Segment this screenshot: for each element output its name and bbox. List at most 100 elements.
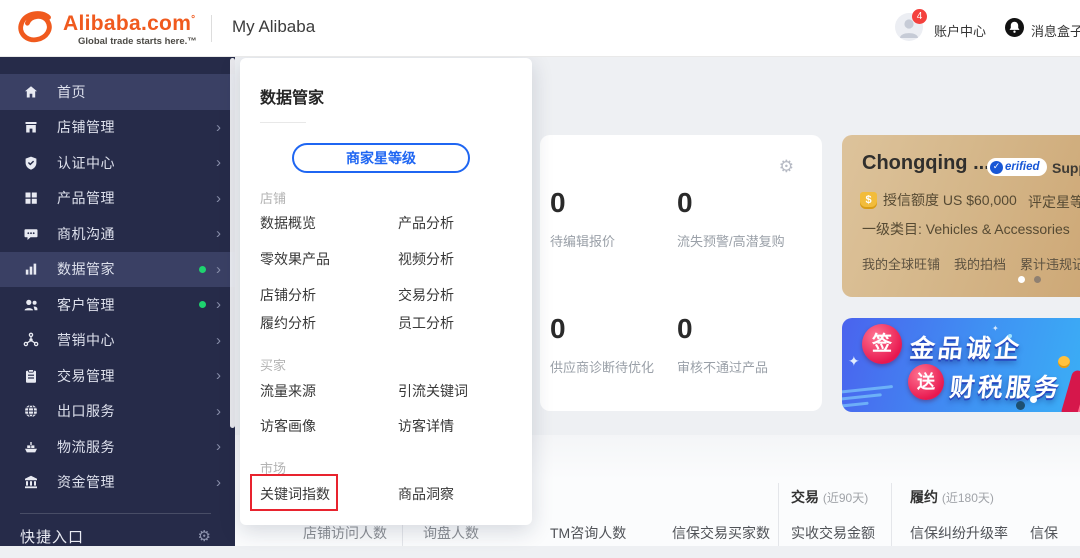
violation-record-link[interactable]: 累计违规记录 — [1020, 254, 1080, 273]
coin-icon — [1058, 356, 1070, 368]
stat-value: 0 — [550, 313, 677, 345]
supplier-profile-card: Chongqing ... ✓ erified Suppl $ 授信额度 US … — [842, 135, 1080, 297]
metric-received-amount[interactable]: 实收交易金额 — [791, 523, 875, 543]
panel-divider — [778, 483, 779, 546]
stamp-sign-icon: 签 — [862, 324, 902, 364]
gear-icon[interactable]: ⚙ — [779, 157, 794, 177]
decor-dot — [1030, 396, 1037, 403]
sidebar-item-marketing-center[interactable]: 营销中心 › — [0, 323, 235, 359]
stat-value: 0 — [677, 313, 804, 345]
credit-line-row: $ 授信额度 US $60,000 — [860, 190, 1017, 210]
sidebar-item-label: 数据管家 — [57, 259, 199, 279]
metric-trade-assurance-clipped[interactable]: 信保 — [1030, 523, 1058, 543]
grid-icon — [22, 190, 39, 207]
sidebar-item-product-management[interactable]: 产品管理 › — [0, 181, 235, 217]
gift-box-icon — [1060, 369, 1080, 412]
users-icon — [22, 296, 39, 313]
metric-tm-consultations[interactable]: TM咨询人数 — [550, 523, 626, 543]
metric-inquiries[interactable]: 询盘人数 — [423, 523, 479, 543]
metric-shop-visitors[interactable]: 店铺访问人数 — [303, 523, 387, 543]
sidebar-item-customer-management[interactable]: 客户管理 › — [0, 287, 235, 323]
sidebar-item-label: 出口服务 — [57, 401, 216, 421]
flyout-title-underline — [260, 122, 306, 123]
quick-entry-row: 快捷入口 ⚙ — [0, 514, 235, 558]
flyout-item-shop-analysis[interactable]: 店铺分析 — [260, 285, 316, 305]
data-manager-flyout: 数据管家 商家星等级 店铺 数据概览 产品分析 零效果产品 视频分析 店铺分析 … — [240, 58, 532, 525]
category-row: 一级类目: Vehicles & Accessories — [862, 219, 1070, 239]
promo-banner[interactable]: ✦ ✦ 签 金品诚企 送 财税服务 — [842, 318, 1080, 412]
sidebar-item-export-services[interactable]: 出口服务 › — [0, 394, 235, 430]
alibaba-logo-icon — [12, 8, 62, 53]
sidebar-item-home[interactable]: 首页 — [0, 74, 235, 110]
metric-trade-assurance-buyers[interactable]: 信保交易买家数 — [672, 523, 770, 543]
flyout-item-traffic-keywords[interactable]: 引流关键词 — [398, 381, 468, 401]
gear-icon[interactable]: ⚙ — [198, 527, 211, 545]
carousel-dot[interactable] — [1034, 276, 1041, 283]
bell-icon[interactable] — [1005, 18, 1024, 42]
stat-label: 审核不通过产品 — [677, 357, 804, 376]
flyout-item-product-analysis[interactable]: 产品分析 — [398, 213, 454, 233]
sidebar-item-label: 交易管理 — [57, 366, 216, 386]
stat-churn-warning[interactable]: 0 流失预警/高潜复购 — [677, 187, 804, 250]
page-title: My Alibaba — [232, 17, 315, 37]
carousel-dot-active[interactable] — [1018, 276, 1025, 283]
sidebar-item-funds-management[interactable]: 资金管理 › — [0, 465, 235, 501]
my-partner-link[interactable]: 我的拍档 — [954, 254, 1006, 273]
stat-rejected-products[interactable]: 0 审核不通过产品 — [677, 313, 804, 376]
sidebar-item-label: 产品管理 — [57, 188, 216, 208]
chevron-right-icon: › — [216, 191, 221, 206]
flyout-item-traffic-sources[interactable]: 流量来源 — [260, 381, 316, 401]
flyout-item-zero-effect-products[interactable]: 零效果产品 — [260, 249, 330, 269]
panel-divider — [891, 483, 892, 546]
sidebar-item-shop-management[interactable]: 店铺管理 › — [0, 110, 235, 146]
flyout-section-buyers: 买家 — [260, 355, 286, 374]
brand-wordmark[interactable]: Alibaba.com° — [63, 12, 195, 36]
bar-chart-icon — [22, 261, 39, 278]
green-dot — [199, 266, 206, 273]
merchant-star-rating-button[interactable]: 商家星等级 — [292, 143, 470, 173]
sidebar-item-data-manager[interactable]: 数据管家 › — [0, 252, 235, 288]
chat-icon — [22, 225, 39, 242]
stat-pending-quotes[interactable]: 0 待编辑报价 — [550, 187, 677, 250]
sidebar-item-logistics-services[interactable]: 物流服务 › — [0, 429, 235, 465]
flyout-item-product-insights[interactable]: 商品洞察 — [398, 484, 454, 504]
flyout-title: 数据管家 — [260, 84, 324, 108]
stat-supplier-diagnosis[interactable]: 0 供应商诊断待优化 — [550, 313, 677, 376]
flyout-item-staff-analysis[interactable]: 员工分析 — [398, 313, 454, 333]
header-divider — [211, 15, 212, 42]
sidebar-scrollbar[interactable] — [230, 58, 235, 428]
check-icon: ✓ — [990, 161, 1003, 174]
share-hub-icon — [22, 332, 39, 349]
flyout-item-fulfillment-analysis[interactable]: 履约分析 — [260, 313, 316, 333]
metric-dispute-escalation-rate[interactable]: 信保纠纷升级率 — [910, 523, 1008, 543]
chevron-right-icon: › — [216, 475, 221, 490]
flyout-item-video-analysis[interactable]: 视频分析 — [398, 249, 454, 269]
sidebar-item-label: 首页 — [57, 82, 221, 102]
brand-tagline: Global trade starts here.™ — [78, 36, 197, 47]
account-center-link[interactable]: 账户中心 — [934, 21, 986, 40]
ship-icon — [22, 438, 39, 455]
flyout-item-visitor-profile[interactable]: 访客画像 — [260, 416, 316, 436]
stat-label: 供应商诊断待优化 — [550, 357, 677, 376]
message-box-link[interactable]: 消息盒子 — [1031, 21, 1080, 40]
verified-supplier-suffix: Suppl — [1052, 160, 1080, 176]
my-global-shop-link[interactable]: 我的全球旺铺 — [862, 254, 940, 273]
home-icon — [22, 83, 39, 100]
flyout-item-visitor-details[interactable]: 访客详情 — [398, 416, 454, 436]
decor-lines — [842, 385, 895, 412]
flyout-item-trade-analysis[interactable]: 交易分析 — [398, 285, 454, 305]
group-period: (近90天) — [823, 491, 868, 505]
chevron-right-icon: › — [216, 404, 221, 419]
sidebar-item-certification-center[interactable]: 认证中心 › — [0, 145, 235, 181]
sidebar-nav: 首页 店铺管理 › 认证中心 › 产品管理 › 商机沟通 › 数据管家 › — [0, 57, 235, 546]
stamp-gift-icon: 送 — [908, 364, 944, 400]
verified-badge: ✓ erified — [987, 158, 1047, 176]
stat-label: 流失预警/高潜复购 — [677, 231, 804, 250]
supplier-name[interactable]: Chongqing ... — [862, 152, 990, 175]
stat-value: 0 — [677, 187, 804, 219]
flyout-item-data-overview[interactable]: 数据概览 — [260, 213, 316, 233]
storefront-icon — [22, 119, 39, 136]
sidebar-item-trade-management[interactable]: 交易管理 › — [0, 358, 235, 394]
stat-label: 待编辑报价 — [550, 231, 677, 250]
sidebar-item-business-communication[interactable]: 商机沟通 › — [0, 216, 235, 252]
